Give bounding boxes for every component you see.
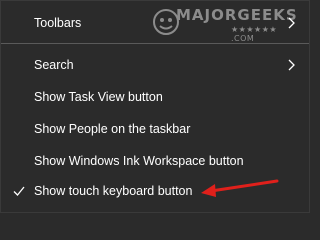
menu-item-label: Search xyxy=(34,58,74,72)
menu-item-show-windows-ink[interactable]: Show Windows Ink Workspace button xyxy=(1,145,309,177)
menu-item-label: Show Task View button xyxy=(34,90,163,104)
menu-item-label: Show Windows Ink Workspace button xyxy=(34,154,244,168)
menu-item-search[interactable]: Search xyxy=(1,49,309,81)
menu-item-label: Toolbars xyxy=(34,16,82,30)
red-arrow-icon xyxy=(201,179,279,197)
chevron-right-icon xyxy=(288,59,295,71)
menu-item-label: Show touch keyboard button xyxy=(34,184,193,198)
menu-item-show-people[interactable]: Show People on the taskbar xyxy=(1,113,309,145)
chevron-right-icon xyxy=(288,17,295,29)
checkmark-icon xyxy=(13,186,25,196)
menu-separator xyxy=(1,43,309,44)
taskbar-context-menu: MAJORGEEKS ★★★★★★ .COM Toolbars Search S… xyxy=(0,0,310,213)
menu-item-show-task-view[interactable]: Show Task View button xyxy=(1,81,309,113)
menu-item-toolbars[interactable]: Toolbars xyxy=(1,7,309,39)
menu-item-label: Show People on the taskbar xyxy=(34,122,191,136)
